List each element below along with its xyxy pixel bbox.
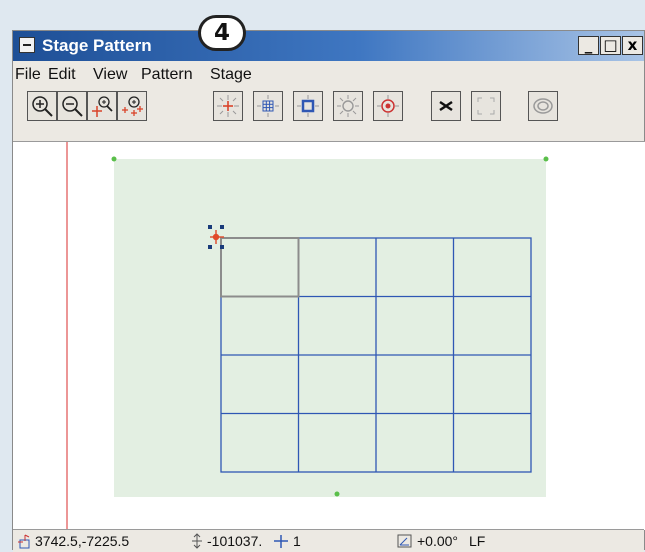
center-stage-button[interactable] [213,91,243,121]
grid-pattern-icon [257,95,279,117]
z-position-readout: -101037. [207,533,263,549]
menu-view[interactable]: View [93,66,127,84]
menu-edit[interactable]: Edit [48,66,76,84]
remove-point-button[interactable] [431,91,461,121]
zoom-out-icon [62,96,83,117]
handle[interactable] [220,225,224,229]
zoom-to-pattern-icon [122,96,143,116]
focus-burst-button[interactable] [333,91,363,121]
zoom-in-button[interactable] [27,91,57,121]
pattern-view [66,142,549,530]
corner-marker[interactable] [543,156,549,162]
coordinates-readout: 3742.5,-7225.5 [35,533,130,549]
zoom-to-point-button[interactable] [87,91,117,121]
corner-marker[interactable] [111,156,117,162]
selection-box-icon [297,95,319,117]
maximize-button[interactable]: □ [600,36,621,55]
title-bar[interactable]: Stage Pattern _ □ x [13,31,644,61]
z-axis-icon [192,533,202,549]
center-stage-icon [217,95,239,117]
expand-view-button[interactable] [471,91,501,121]
coordinates-icon [18,534,30,549]
stage-origin-point [212,233,220,241]
status-bar: 3742.5,-7225.5 -101037. 1 +0.00° LF [13,529,644,552]
expand-view-icon [477,97,495,115]
step-readout: 1 [293,533,301,549]
handle[interactable] [220,245,224,249]
handle[interactable] [208,225,212,229]
selection-box-button[interactable] [293,91,323,121]
close-button[interactable]: x [622,36,643,55]
zoom-out-button[interactable] [57,91,87,121]
menu-file[interactable]: File [15,66,41,84]
zoom-to-pattern-button[interactable] [117,91,147,121]
step-icon [274,535,288,548]
window-title: Stage Pattern [42,36,152,55]
corner-marker[interactable] [334,491,340,497]
handle[interactable] [208,245,212,249]
rotation-icon [397,534,412,548]
step-badge: 4 [198,15,246,51]
ring-button[interactable] [528,91,558,121]
stage-canvas[interactable] [13,141,645,530]
rotation-readout: +0.00° [417,533,459,549]
line-ending-indicator: LF [469,533,486,549]
toolbar [13,91,644,125]
focus-burst-icon [337,95,359,117]
target-icon [377,95,399,117]
ring-icon [533,98,553,114]
menu-bar: File Edit View Pattern Stage [13,62,644,88]
menu-stage[interactable]: Stage [210,66,252,84]
target-button[interactable] [373,91,403,121]
zoom-to-point-icon [92,96,113,117]
grid-pattern-button[interactable] [253,91,283,121]
pattern-area [114,159,546,497]
remove-point-icon [439,100,453,112]
zoom-in-icon [32,96,53,117]
system-menu-icon[interactable] [19,37,35,53]
minimize-button[interactable]: _ [578,36,599,55]
stage-pattern-window: Stage Pattern _ □ x File Edit View Patte… [12,30,645,552]
menu-pattern[interactable]: Pattern [141,66,193,84]
